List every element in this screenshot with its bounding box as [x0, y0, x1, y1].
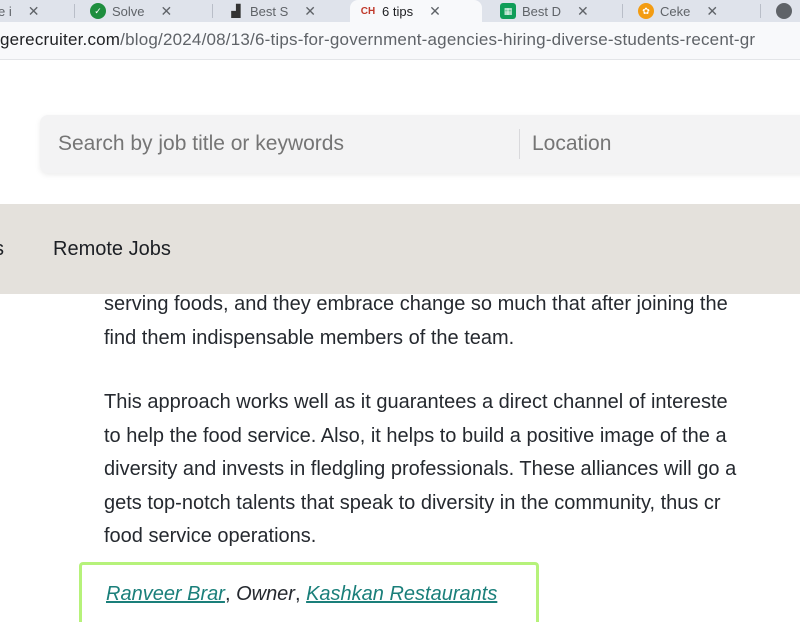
nav-item-jobs[interactable]: s	[0, 238, 4, 261]
green-check-icon: ✓	[90, 3, 106, 19]
article-line: food service operations.	[104, 525, 317, 547]
article-body: serving foods, and they embrace change s…	[104, 288, 800, 554]
tab-title: Ceke	[660, 3, 691, 19]
tab-title: Solve	[112, 3, 145, 19]
author-role: Owner	[236, 583, 295, 605]
browser-tab-strip: e i ✕ ✓ Solve ✕ ▟ Best S ✕ CH 6 tips ✕ ▦…	[0, 0, 800, 22]
job-search-bar	[40, 115, 800, 173]
search-divider	[519, 129, 520, 159]
article-line: diversity and invests in fledgling profe…	[104, 458, 737, 480]
location-input[interactable]	[532, 132, 792, 156]
close-tab-icon[interactable]: ✕	[706, 3, 718, 20]
browser-tab[interactable]: ✿ Ceke ✕	[628, 0, 728, 22]
tab-separator	[622, 4, 623, 18]
close-tab-icon[interactable]: ✕	[304, 3, 316, 20]
orange-flower-icon: ✿	[638, 3, 654, 19]
article-line: gets top-notch talents that speak to div…	[104, 491, 721, 514]
tab-separator	[760, 4, 761, 18]
browser-tab[interactable]: ▦ Best D ✕	[490, 0, 599, 22]
article-line: find them indispensable members of the t…	[104, 326, 515, 349]
bar-chart-icon: ▟	[231, 4, 241, 18]
nav-item-remote-jobs[interactable]: Remote Jobs	[53, 238, 171, 261]
keywords-search-input[interactable]	[58, 132, 498, 156]
quote-attribution: Ranveer Brar, Owner, Kashkan Restaurants	[106, 583, 497, 606]
article-line: This approach works well as it guarantee…	[104, 391, 728, 413]
tab-title: Best S	[250, 3, 289, 19]
separator: ,	[224, 583, 237, 605]
close-tab-icon[interactable]: ✕	[577, 3, 589, 20]
tab-title: Best D	[522, 3, 562, 19]
company-link[interactable]: Kashkan Restaurants	[306, 583, 497, 605]
tab-separator	[212, 4, 213, 18]
close-tab-icon[interactable]: ✕	[28, 3, 40, 20]
main-navigation: s Remote Jobs	[0, 204, 800, 294]
tab-separator	[74, 4, 75, 18]
browser-tab[interactable]: ▟ Best S ✕	[218, 0, 326, 22]
article-line: to help the food service. Also, it helps…	[104, 424, 727, 447]
chrome-account-icon[interactable]	[766, 0, 800, 22]
tab-title: e i	[0, 3, 12, 19]
browser-tab[interactable]: ✓ Solve ✕	[80, 0, 182, 22]
circle-icon	[776, 3, 792, 19]
url-text[interactable]: gerecruiter.com/blog/2024/08/13/6-tips-f…	[0, 30, 755, 50]
author-link[interactable]: Ranveer Brar	[106, 583, 225, 605]
address-bar[interactable]: gerecruiter.com/blog/2024/08/13/6-tips-f…	[0, 22, 800, 60]
sheets-icon: ▦	[500, 3, 516, 19]
close-tab-icon[interactable]: ✕	[429, 3, 441, 20]
ch-logo-icon: CH	[360, 5, 376, 17]
close-tab-icon[interactable]: ✕	[161, 3, 173, 20]
url-path: /blog/2024/08/13/6-tips-for-government-a…	[120, 30, 756, 49]
article-line: serving foods, and they embrace change s…	[104, 293, 728, 315]
url-host: gerecruiter.com	[0, 30, 121, 49]
browser-tab-active[interactable]: CH 6 tips ✕	[350, 0, 482, 22]
browser-tab[interactable]: e i ✕	[0, 0, 49, 22]
separator: ,	[294, 583, 307, 605]
page-content: s Remote Jobs serving foods, and they em…	[0, 61, 800, 622]
quote-card: Ranveer Brar, Owner, Kashkan Restaurants	[79, 562, 539, 622]
tab-title: 6 tips	[382, 3, 414, 19]
